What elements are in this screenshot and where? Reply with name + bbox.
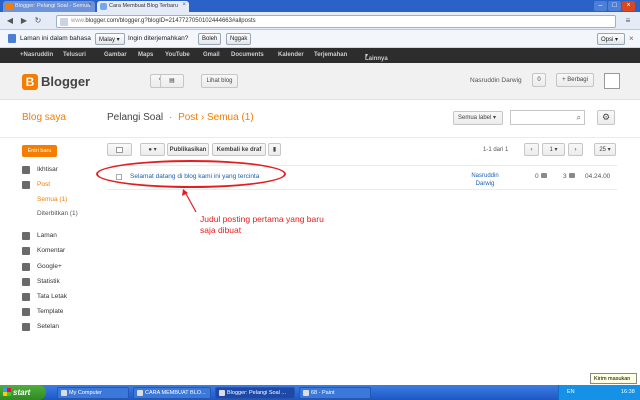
- tag-icon: ●: [148, 147, 152, 153]
- breadcrumb-filter: Semua (1): [206, 112, 254, 123]
- page-favicon-icon: [100, 3, 107, 10]
- gbar-item[interactable]: Kalender: [278, 52, 304, 58]
- translate-icon: [8, 34, 16, 43]
- forward-icon[interactable]: ▶: [18, 15, 30, 27]
- view-blog-button[interactable]: Lihat blog: [201, 74, 238, 88]
- my-blogs-link[interactable]: Blog saya: [22, 112, 66, 123]
- layout-icon: [22, 293, 30, 301]
- template-icon: [22, 308, 30, 316]
- post-time: 04.24.00: [585, 173, 611, 180]
- tab-blogger[interactable]: Blogger: Pelangi Soal - Semua ×: [3, 1, 95, 12]
- page-icon: [22, 232, 30, 240]
- annotation-ellipse: [96, 160, 286, 188]
- gbar-item[interactable]: YouTube: [165, 52, 190, 58]
- translate-options-button[interactable]: Opsi ▾: [597, 33, 625, 45]
- taskbar-item[interactable]: CARA MEMBUAT BLO...: [133, 387, 211, 399]
- gbar-item[interactable]: +Nasruddin: [20, 52, 53, 58]
- select-all-checkbox[interactable]: [107, 143, 132, 156]
- breadcrumb-post[interactable]: Post: [178, 112, 198, 123]
- gbar-item[interactable]: Lainnya ▾: [365, 52, 388, 62]
- url-input[interactable]: www.blogger.com/blogger.g?blogID=2147727…: [56, 15, 616, 28]
- gbar-item[interactable]: Gambar: [104, 52, 127, 58]
- translate-yes-button[interactable]: Boleh: [198, 33, 222, 45]
- settings-icon: [22, 323, 30, 331]
- tab-cara-membuat-blog[interactable]: Cara Membuat Blog Terbaru ×: [97, 1, 189, 12]
- page-icon: [60, 18, 68, 26]
- start-button[interactable]: start: [0, 385, 46, 400]
- checkbox-icon: [116, 147, 123, 153]
- wrench-menu-icon[interactable]: ≡: [622, 15, 634, 27]
- address-bar: ◀ ▶ ↻ www.blogger.com/blogger.g?blogID=2…: [0, 12, 640, 30]
- sidebar-sub-published[interactable]: Diterbitkan (1): [37, 210, 78, 217]
- close-window-icon[interactable]: ×: [622, 1, 635, 11]
- search-icon[interactable]: ⌕: [577, 113, 581, 123]
- close-icon[interactable]: ×: [629, 34, 634, 43]
- next-page-button[interactable]: ›: [568, 143, 583, 156]
- label-tag-button[interactable]: ● ▾: [140, 143, 165, 156]
- sub-header: Blog saya Pelangi Soal · Post › Semua (1…: [0, 100, 640, 138]
- stats-icon: [22, 278, 30, 286]
- publish-button[interactable]: Publikasikan: [167, 143, 209, 156]
- blogger-header: B Blogger ✎ ▤ Lihat blog Nasruddin Darwi…: [0, 63, 640, 100]
- minimize-icon[interactable]: –: [594, 1, 607, 11]
- prev-page-button[interactable]: ‹: [524, 143, 539, 156]
- close-tab-icon[interactable]: ×: [182, 2, 186, 8]
- view-count: 3: [563, 173, 575, 180]
- trash-icon[interactable]: ▮: [268, 143, 281, 156]
- feedback-tooltip[interactable]: Kirim masukan: [590, 373, 637, 384]
- sidebar-sub-all[interactable]: Semua (1): [37, 196, 67, 203]
- blogger-brand[interactable]: Blogger: [41, 74, 90, 89]
- user-name[interactable]: Nasruddin Darwig: [470, 77, 522, 84]
- translate-no-button[interactable]: Nggak: [226, 33, 252, 45]
- annotation-text: Judul posting pertama yang baru saja dib…: [200, 214, 324, 235]
- home-icon: [22, 166, 30, 174]
- label-filter-select[interactable]: Semua label ▾: [453, 111, 503, 125]
- avatar[interactable]: [604, 73, 620, 89]
- breadcrumb: Pelangi Soal · Post › Semua (1): [107, 112, 254, 123]
- google-bar: +Nasruddin Telusuri Gambar Maps YouTube …: [0, 48, 640, 63]
- blogger-favicon-icon: [6, 3, 13, 10]
- gear-icon[interactable]: ⚙: [597, 110, 615, 125]
- per-page-select[interactable]: 25 ▾: [594, 143, 616, 156]
- translate-bar: Laman ini dalam bahasa Malay ▾ Ingin dit…: [0, 30, 640, 48]
- close-tab-icon[interactable]: ×: [88, 2, 92, 8]
- maximize-icon[interactable]: □: [608, 1, 621, 11]
- gbar-item[interactable]: Telusuri: [63, 52, 86, 58]
- system-tray: EN 16:38: [558, 385, 640, 400]
- revert-to-draft-button[interactable]: Kembali ke draf: [212, 143, 266, 156]
- comment-count: 0: [535, 173, 547, 180]
- comment-icon: [22, 247, 30, 255]
- gbar-item[interactable]: Documents: [231, 52, 264, 58]
- search-input[interactable]: ⌕: [510, 110, 585, 125]
- language-indicator[interactable]: EN: [567, 389, 575, 395]
- gbar-item[interactable]: Maps: [138, 52, 153, 58]
- page-select[interactable]: 1 ▾: [542, 143, 565, 156]
- stats-icon: [568, 173, 575, 178]
- gbar-item[interactable]: Terjemahan: [314, 52, 347, 58]
- blogger-logo-icon[interactable]: B: [22, 74, 38, 90]
- breadcrumb-blog[interactable]: Pelangi Soal: [107, 112, 163, 123]
- share-button[interactable]: + Berbagi: [556, 73, 594, 87]
- taskbar-item[interactable]: Blogger: Pelangi Soal ...: [215, 387, 295, 399]
- google-plus-icon: [22, 263, 30, 271]
- taskbar-item[interactable]: 68 - Paint: [299, 387, 371, 399]
- comment-icon: [540, 173, 547, 178]
- new-post-button[interactable]: Entri baru: [22, 145, 57, 157]
- notification-count[interactable]: 0: [532, 73, 546, 87]
- posts-list-icon-button[interactable]: ▤: [160, 74, 184, 88]
- clock: 16:38: [621, 389, 635, 395]
- language-select[interactable]: Malay ▾: [95, 33, 125, 45]
- gbar-item[interactable]: Gmail: [203, 52, 220, 58]
- post-icon: [22, 181, 30, 189]
- taskbar: start My Computer CARA MEMBUAT BLO... Bl…: [0, 385, 640, 400]
- browser-tab-strip: Blogger: Pelangi Soal - Semua × Cara Mem…: [0, 0, 640, 12]
- reload-icon[interactable]: ↻: [32, 15, 44, 27]
- taskbar-item[interactable]: My Computer: [57, 387, 129, 399]
- back-icon[interactable]: ◀: [4, 15, 16, 27]
- post-author[interactable]: Nasruddin Darwig: [467, 172, 503, 188]
- pagination-range: 1-1 dari 1: [483, 147, 509, 153]
